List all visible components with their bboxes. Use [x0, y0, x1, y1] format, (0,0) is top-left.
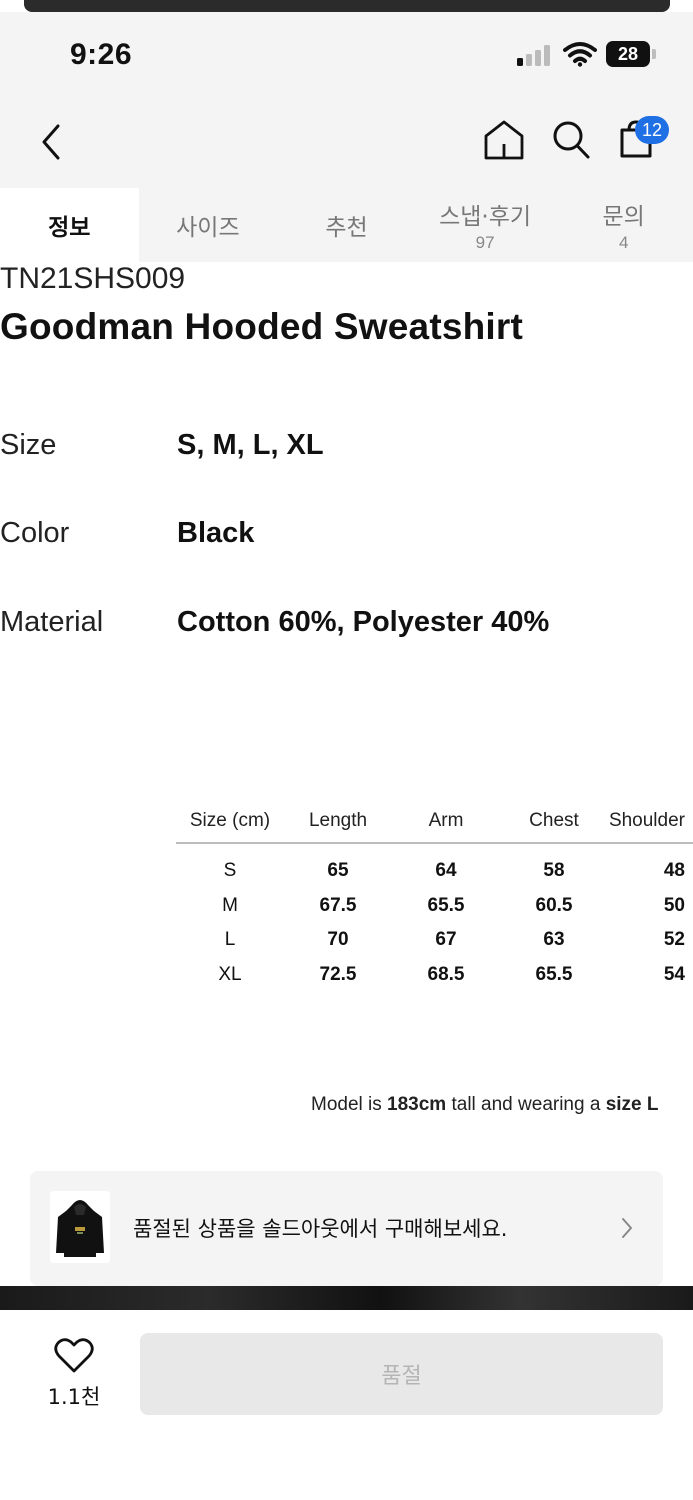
hoodie-thumbnail: [50, 1191, 110, 1263]
chevron-right-icon: [622, 1218, 632, 1238]
model-size-note: Model is 183cm tall and wearing a size L: [311, 1094, 659, 1116]
home-icon[interactable]: [482, 118, 526, 162]
table-cell: 65: [327, 860, 349, 882]
spec-value: S, M, L, XL: [177, 429, 324, 461]
spec-label: Color: [0, 517, 70, 549]
soldout-banner[interactable]: 품절된 상품을 솔드아웃에서 구매해보세요.: [30, 1171, 663, 1286]
spec-label: Material: [0, 606, 104, 638]
product-tabs: 정보 사이즈 추천 스냅·후기 97 문의 4: [0, 188, 693, 262]
table-header-cell: Arm: [428, 810, 464, 831]
note-size: size L: [605, 1094, 659, 1115]
tab-recommend[interactable]: 추천: [277, 188, 416, 262]
table-cell: XL: [218, 963, 242, 985]
device-top-bar: [24, 0, 670, 12]
table-cell: 65.5: [535, 963, 573, 985]
tab-label: 사이즈: [176, 215, 240, 241]
table-header-row: Size (cm) Length Arm Chest Shoulder: [176, 800, 693, 844]
size-table: Size (cm) Length Arm Chest Shoulder S 65…: [176, 800, 693, 992]
table-cell: 64: [435, 860, 457, 882]
tab-label: 정보: [48, 215, 91, 241]
soldout-banner-text: 품절된 상품을 솔드아웃에서 구매해보세요.: [133, 1217, 508, 1241]
table-cell: L: [224, 929, 236, 951]
table-cell: 72.5: [319, 963, 357, 985]
table-header-cell: Size (cm): [189, 810, 271, 831]
table-cell: M: [222, 894, 238, 916]
tab-count: 97: [475, 233, 495, 252]
tab-inquiry[interactable]: 문의 4: [554, 188, 693, 262]
table-cell: 63: [543, 929, 565, 951]
note-text: tall and wearing a: [446, 1094, 606, 1115]
table-cell: 65.5: [427, 894, 465, 916]
tab-label: 추천: [325, 215, 368, 241]
table-header-cell: Length: [308, 810, 368, 831]
status-time: 9:26: [70, 38, 133, 71]
signal-icon: [517, 44, 553, 66]
heart-icon: [54, 1338, 94, 1373]
search-icon[interactable]: [550, 118, 592, 162]
table-row: L 70 67 63 52: [176, 923, 693, 958]
tab-info[interactable]: 정보: [0, 188, 139, 262]
note-height: 183cm: [387, 1094, 447, 1115]
product-code: TN21SHS009: [0, 262, 186, 295]
note-text: Model is: [311, 1094, 388, 1115]
tab-label: 문의: [602, 204, 645, 230]
table-cell: 60.5: [535, 894, 573, 916]
battery-icon: 28: [606, 41, 650, 67]
table-row: S 65 64 58 48: [176, 854, 693, 889]
table-cell: 58: [543, 860, 565, 882]
table-cell: 68.5: [427, 963, 465, 985]
table-cell: 54: [663, 963, 685, 985]
table-cell: 67.5: [319, 894, 357, 916]
table-row: XL 72.5 68.5 65.5 54: [176, 958, 693, 993]
cart-count-badge: 12: [635, 116, 669, 144]
like-button[interactable]: 1.1천: [46, 1338, 102, 1411]
tab-count: 4: [618, 233, 629, 252]
spec-label: Size: [0, 429, 57, 461]
spec-value: Black: [177, 517, 255, 549]
tab-snap-review[interactable]: 스냅·후기 97: [416, 188, 555, 262]
table-cell: 70: [327, 929, 349, 951]
table-cell: 67: [435, 929, 457, 951]
wifi-icon: [563, 42, 597, 67]
back-arrow-icon[interactable]: [36, 122, 68, 162]
table-cell: 52: [663, 929, 685, 951]
like-count: 1.1천: [47, 1385, 101, 1409]
battery-cap: [652, 49, 656, 59]
table-cell: 48: [663, 860, 685, 882]
table-cell: 50: [663, 894, 685, 916]
table-cell: S: [223, 860, 237, 882]
bottom-action-bar: 1.1천 품절: [0, 1310, 693, 1500]
spec-value: Cotton 60%, Polyester 40%: [177, 606, 550, 638]
soldout-button[interactable]: 품절: [140, 1333, 663, 1415]
table-row: M 67.5 65.5 60.5 50: [176, 889, 693, 924]
product-image-edge: [0, 1286, 693, 1310]
nav-bar: [0, 96, 693, 188]
tab-label: 스냅·후기: [439, 204, 532, 230]
product-title: Goodman Hooded Sweatshirt: [0, 306, 524, 347]
tab-size[interactable]: 사이즈: [139, 188, 278, 262]
table-header-cell: Shoulder: [608, 810, 685, 831]
table-header-cell: Chest: [529, 810, 579, 831]
